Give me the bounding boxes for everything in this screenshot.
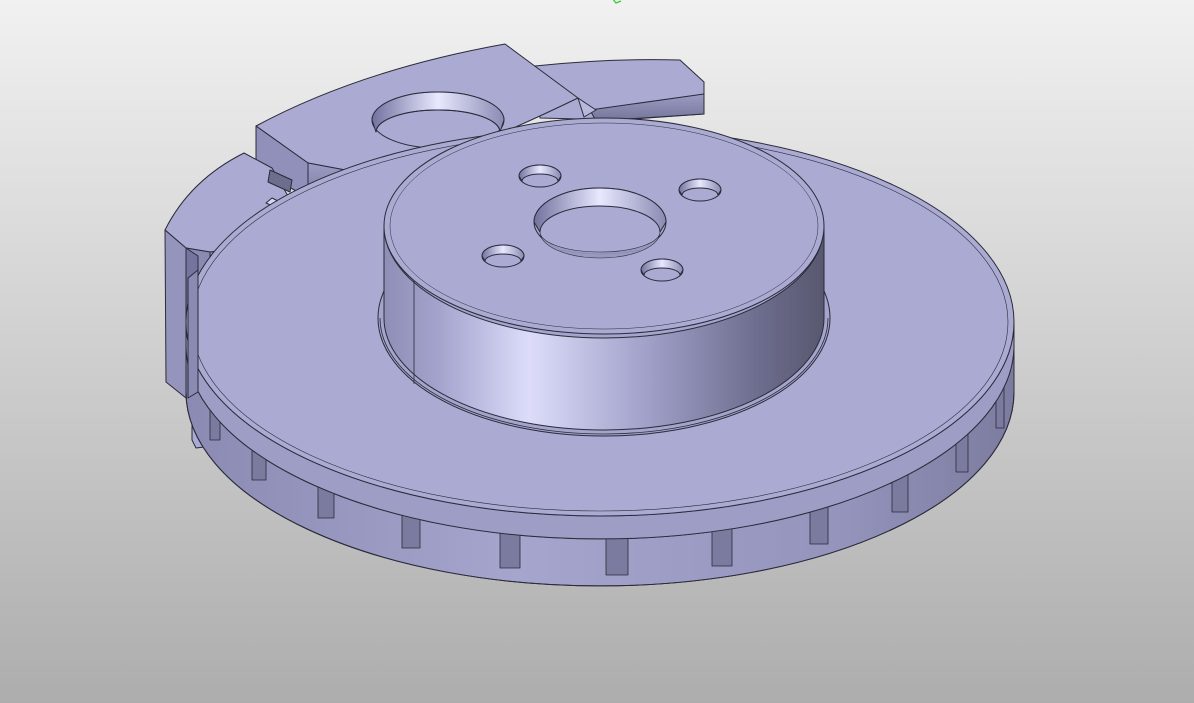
lug-hole-4 (640, 258, 684, 282)
caliper-pad (187, 269, 199, 399)
lug-hole-1 (518, 164, 562, 188)
rotor-hub[interactable] (379, 117, 829, 435)
3d-viewport[interactable] (0, 0, 1194, 703)
center-bore (533, 187, 667, 259)
lug-hole-2 (678, 178, 722, 202)
lug-hole-3 (481, 244, 525, 268)
